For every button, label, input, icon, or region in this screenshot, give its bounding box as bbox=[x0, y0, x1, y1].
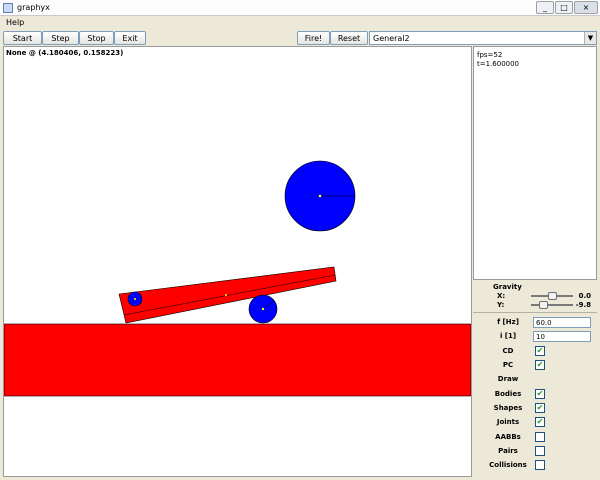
exit-button[interactable]: Exit bbox=[114, 31, 146, 45]
reset-button[interactable]: Reset bbox=[330, 31, 368, 45]
aabbs-checkbox[interactable] bbox=[535, 432, 545, 442]
scene-select[interactable]: General2 ▼ bbox=[369, 31, 597, 45]
collisions-checkbox[interactable] bbox=[535, 460, 545, 470]
ground-body bbox=[4, 323, 471, 397]
gravity-x-slider[interactable] bbox=[531, 292, 573, 300]
medium-ball-center bbox=[261, 307, 265, 311]
settings-panel: Gravity X: 0.0 Y: -9.8 f [Hz] i [1] CD ✔… bbox=[473, 281, 597, 477]
stats-panel: fps=52 t=1.600000 bbox=[473, 46, 597, 280]
pairs-checkbox[interactable] bbox=[535, 446, 545, 456]
window-controls: _ □ × bbox=[536, 1, 598, 14]
app-icon bbox=[3, 2, 13, 13]
divider bbox=[473, 312, 597, 313]
start-button[interactable]: Start bbox=[3, 31, 42, 45]
collisions-label: Collisions bbox=[489, 461, 527, 469]
large-ball-center bbox=[318, 194, 322, 198]
toolbar: Start Step Stop Exit Fire! Reset General… bbox=[0, 30, 600, 46]
maximize-button[interactable]: □ bbox=[555, 1, 573, 14]
slider-thumb[interactable] bbox=[539, 301, 548, 309]
pairs-label: Pairs bbox=[498, 447, 518, 455]
fps-readout: fps=52 bbox=[477, 51, 503, 59]
gravity-y-label: Y: bbox=[497, 301, 505, 309]
chevron-down-icon[interactable]: ▼ bbox=[584, 32, 596, 44]
slider-track bbox=[531, 304, 573, 306]
plank-body bbox=[118, 266, 337, 324]
minimize-button[interactable]: _ bbox=[536, 1, 554, 14]
frequency-input[interactable] bbox=[533, 317, 591, 328]
simulation-canvas[interactable]: None @ (4.180406, 0.158223) bbox=[3, 46, 472, 477]
title-bar: graphyx _ □ × bbox=[0, 0, 600, 16]
plank-center bbox=[225, 294, 227, 296]
aabbs-label: AABBs bbox=[495, 433, 521, 441]
small-ball-center bbox=[134, 298, 136, 300]
gravity-y-slider[interactable] bbox=[531, 301, 573, 309]
menu-help[interactable]: Help bbox=[6, 18, 24, 27]
time-readout: t=1.600000 bbox=[477, 60, 520, 68]
fire-button[interactable]: Fire! bbox=[297, 31, 330, 45]
joints-checkbox[interactable]: ✔ bbox=[535, 417, 545, 427]
gravity-x-value: 0.0 bbox=[578, 292, 591, 300]
cd-checkbox[interactable]: ✔ bbox=[535, 346, 545, 356]
stop-button[interactable]: Stop bbox=[79, 31, 114, 45]
menu-bar: Help bbox=[0, 16, 600, 30]
iterations-input[interactable] bbox=[533, 331, 591, 342]
scene-svg bbox=[4, 160, 471, 397]
gravity-x-label: X: bbox=[497, 292, 506, 300]
pc-label: PC bbox=[502, 361, 514, 369]
close-button[interactable]: × bbox=[574, 1, 598, 14]
gravity-title: Gravity bbox=[493, 283, 522, 291]
bodies-label: Bodies bbox=[494, 390, 522, 398]
gravity-y-value: -9.8 bbox=[575, 301, 591, 309]
joints-label: Joints bbox=[496, 418, 520, 426]
cursor-readout: None @ (4.180406, 0.158223) bbox=[6, 49, 124, 57]
cd-label: CD bbox=[502, 347, 514, 355]
step-button[interactable]: Step bbox=[42, 31, 79, 45]
shapes-label: Shapes bbox=[493, 404, 523, 412]
slider-thumb[interactable] bbox=[548, 292, 557, 300]
draw-label: Draw bbox=[497, 375, 519, 383]
bodies-checkbox[interactable]: ✔ bbox=[535, 389, 545, 399]
shapes-checkbox[interactable]: ✔ bbox=[535, 403, 545, 413]
pc-checkbox[interactable]: ✔ bbox=[535, 360, 545, 370]
window-title: graphyx bbox=[17, 3, 50, 12]
scene-select-value: General2 bbox=[373, 34, 410, 43]
